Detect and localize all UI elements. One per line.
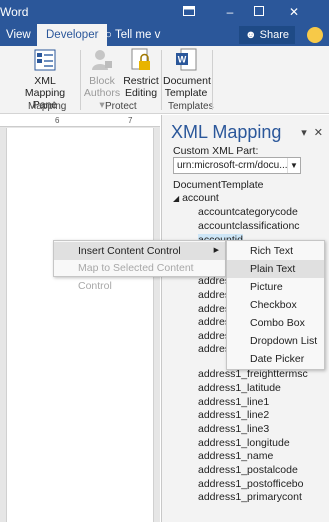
tree-item[interactable]: address1_name xyxy=(198,450,273,463)
document-page[interactable] xyxy=(6,128,154,522)
submenu-arrow-icon: ▶ xyxy=(213,247,219,254)
tree-item[interactable]: address1_line1 xyxy=(198,396,269,409)
expand-triangle-icon[interactable]: ◢ xyxy=(173,194,179,203)
menu-item-picture[interactable]: Picture xyxy=(227,278,324,296)
tab-developer[interactable]: Developer xyxy=(37,24,108,46)
restrict-editing-icon xyxy=(130,48,152,72)
share-label: Share xyxy=(259,29,289,41)
context-menu: Insert Content Control ▶ Map to Selected… xyxy=(53,240,226,292)
ruler-mark-7: 7 xyxy=(128,116,133,125)
tree-item[interactable]: address1_postalcode xyxy=(198,464,298,477)
document-template-label-2: Template xyxy=(164,87,208,99)
group-templates-label: Templates xyxy=(168,101,214,112)
block-authors-icon xyxy=(91,48,113,72)
feedback-smiley-icon[interactable] xyxy=(307,27,323,43)
restrict-editing-button[interactable]: Restrict Editing xyxy=(123,48,159,99)
person-icon: ☻ xyxy=(245,29,257,41)
dropdown-arrow-icon: ▾ xyxy=(99,99,105,111)
tree-item[interactable]: address1_longitude xyxy=(198,437,290,450)
close-icon[interactable]: ✕ xyxy=(283,3,305,21)
svg-text:W: W xyxy=(178,55,187,65)
tree-node-account[interactable]: ◢ account xyxy=(173,192,219,205)
pane-controls: ▾ ✕ xyxy=(301,126,323,139)
menu-item-insert-content-control[interactable]: Insert Content Control ▶ xyxy=(54,242,225,260)
title-bar: Word – ✕ xyxy=(0,0,329,24)
tree-item[interactable]: accountcategorycode xyxy=(198,206,298,219)
tree-item[interactable]: address1_postofficebo xyxy=(198,478,303,491)
tree-item[interactable]: accountclassificationc xyxy=(198,220,300,233)
menu-item-checkbox[interactable]: Checkbox xyxy=(227,296,324,314)
app-title: Word xyxy=(0,5,29,19)
menu-item-rich-text[interactable]: Rich Text xyxy=(227,242,324,260)
horizontal-ruler[interactable]: 6 7 xyxy=(0,115,160,127)
xml-mapping-pane-label-1: XML Mapping xyxy=(24,75,66,99)
block-authors-text: Authors xyxy=(83,87,121,99)
menu-item-combo-box[interactable]: Combo Box xyxy=(227,314,324,332)
ribbon-display-options-icon[interactable] xyxy=(178,3,200,21)
tree-node-root[interactable]: DocumentTemplate xyxy=(173,179,263,192)
menu-item-label: Insert Content Control xyxy=(78,245,181,257)
pane-title: XML Mapping xyxy=(171,122,282,142)
maximize-icon[interactable] xyxy=(248,3,270,21)
tree-node-label: account xyxy=(182,192,219,204)
lightbulb-icon: ○ xyxy=(105,29,112,41)
ribbon-tabs: View Developer ○ Tell me v ☻ Share xyxy=(0,24,329,46)
group-separator xyxy=(212,50,213,110)
custom-xml-part-label: Custom XML Part: xyxy=(173,145,259,157)
pane-options-icon[interactable]: ▾ xyxy=(301,127,307,139)
tree-item[interactable]: address1_primarycont xyxy=(198,491,302,504)
tell-me-box[interactable]: ○ Tell me v xyxy=(105,24,160,46)
chevron-down-icon[interactable]: ▼ xyxy=(287,158,300,173)
restrict-editing-label-1: Restrict xyxy=(123,75,159,87)
menu-item-plain-text[interactable]: Plain Text xyxy=(227,260,324,278)
tree-item[interactable]: address1_line3 xyxy=(198,423,269,436)
share-button[interactable]: ☻ Share xyxy=(239,26,295,44)
tab-view[interactable]: View xyxy=(6,24,31,46)
group-separator xyxy=(80,50,81,110)
group-mapping-label: Mapping xyxy=(28,101,67,112)
group-protect-label: Protect xyxy=(105,101,137,112)
menu-item-date-picker[interactable]: Date Picker xyxy=(227,350,324,368)
document-template-button[interactable]: W Document Template xyxy=(163,48,211,99)
insert-content-control-submenu: Rich Text Plain Text Picture Checkbox Co… xyxy=(226,240,325,370)
custom-xml-part-value: urn:microsoft-crm/docu... xyxy=(177,160,288,171)
word-document-icon: W xyxy=(175,48,197,72)
document-area: 6 7 xyxy=(0,115,160,522)
tell-me-label: Tell me v xyxy=(114,29,161,41)
tree-item[interactable]: address1_line2 xyxy=(198,409,269,422)
xml-mapping-pane-icon xyxy=(34,48,56,72)
restrict-editing-label-2: Editing xyxy=(124,87,158,99)
tree-item[interactable]: address1_latitude xyxy=(198,382,281,395)
pane-close-icon[interactable]: ✕ xyxy=(314,127,323,139)
block-authors-label-1: Block xyxy=(89,75,115,87)
ribbon: XML Mapping Pane Mapping Block Authors ▾… xyxy=(0,46,329,114)
group-separator xyxy=(161,50,162,110)
menu-item-dropdown-list[interactable]: Dropdown List xyxy=(227,332,324,350)
custom-xml-part-select[interactable]: urn:microsoft-crm/docu... ▼ xyxy=(173,157,301,174)
minimize-icon[interactable]: – xyxy=(219,3,241,21)
ruler-mark-6: 6 xyxy=(55,116,60,125)
document-template-label-1: Document xyxy=(163,75,211,87)
menu-item-map-to-selected[interactable]: Map to Selected Content Control xyxy=(54,259,225,292)
